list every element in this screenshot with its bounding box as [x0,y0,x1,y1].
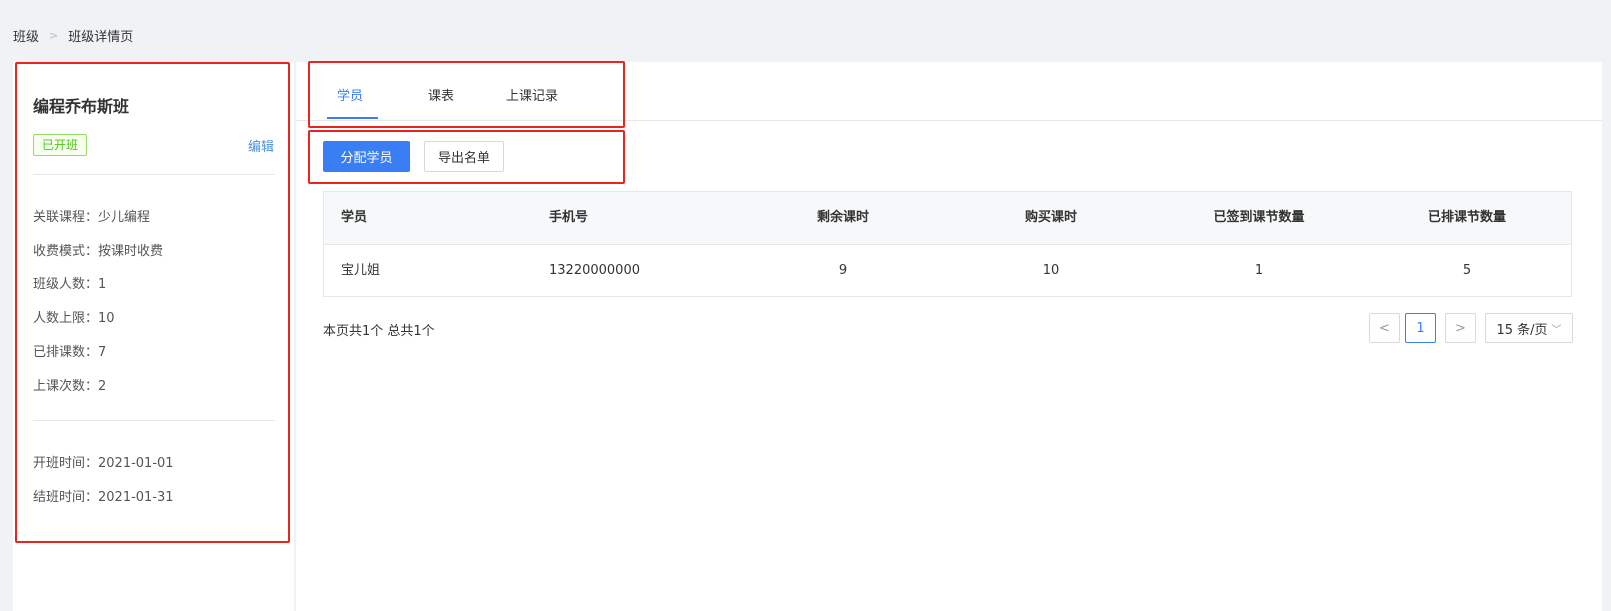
info-related-course: 关联课程：少儿编程 [33,210,151,225]
info-billing-mode: 收费模式：按课时收费 [33,244,164,259]
divider [33,420,275,421]
prev-page-button[interactable]: < [1369,313,1400,343]
tab-schedule[interactable]: 课表 [428,85,454,104]
assign-students-button[interactable]: 分配学员 [323,141,410,172]
active-tab-indicator [327,117,378,119]
breadcrumb-separator: > [49,29,59,42]
column-header-checked-in: 已签到课节数量 [1213,210,1305,225]
table-cell-student: 宝儿姐 [341,263,381,278]
table-cell-phone: 13220000000 [549,263,640,278]
chevron-right-icon: > [1455,320,1466,336]
tab-class-records[interactable]: 上课记录 [506,85,558,104]
column-header-phone: 手机号 [549,210,589,225]
chevron-left-icon: < [1379,320,1390,336]
chevron-down-icon: ﹀ [1551,324,1562,336]
page-size-select[interactable]: 15 条/页 ﹀ [1485,313,1573,343]
info-end-date: 结班时间：2021-01-31 [33,490,174,505]
next-page-button[interactable]: > [1445,313,1476,343]
breadcrumb: 班级 > 班级详情页 [13,26,133,45]
status-badge: 已开班 [33,134,88,156]
info-scheduled-lessons: 已排课数：7 [33,345,107,360]
table-header: 学员 手机号 剩余课时 购买课时 已签到课节数量 已排课节数量 [324,192,1571,245]
edit-link[interactable]: 编辑 [248,136,274,155]
column-header-remaining-hours: 剩余课时 [816,210,869,225]
tab-students[interactable]: 学员 [337,85,363,104]
column-header-purchased-hours: 购买课时 [1024,210,1077,225]
tabs-divider [296,120,1602,121]
breadcrumb-link-class[interactable]: 班级 [13,26,39,45]
page-number-button[interactable]: 1 [1405,313,1436,343]
students-table: 学员 手机号 剩余课时 购买课时 已签到课节数量 已排课节数量 宝儿姐 1322… [323,191,1572,297]
table-cell-scheduled: 5 [1462,263,1472,278]
table-cell-purchased-hours: 10 [1042,263,1060,278]
breadcrumb-current: 班级详情页 [68,30,134,45]
page-summary: 本页共1个 总共1个 [323,324,435,339]
class-title: 编程乔布斯班 [33,97,130,116]
info-size-limit: 人数上限：10 [33,311,115,326]
divider [33,174,275,175]
table-row: 宝儿姐 13220000000 9 10 1 5 [324,245,1571,297]
page-size-value: 15 条/页 [1496,322,1548,338]
table-cell-remaining-hours: 9 [838,263,848,278]
info-start-date: 开班时间：2021-01-01 [33,456,174,471]
column-header-student: 学员 [341,210,368,225]
column-header-scheduled: 已排课节数量 [1427,210,1506,225]
info-attended-sessions: 上课次数：2 [33,379,107,394]
export-list-button[interactable]: 导出名单 [424,141,504,172]
table-cell-checked-in: 1 [1254,263,1264,278]
info-class-size: 班级人数：1 [33,277,107,292]
